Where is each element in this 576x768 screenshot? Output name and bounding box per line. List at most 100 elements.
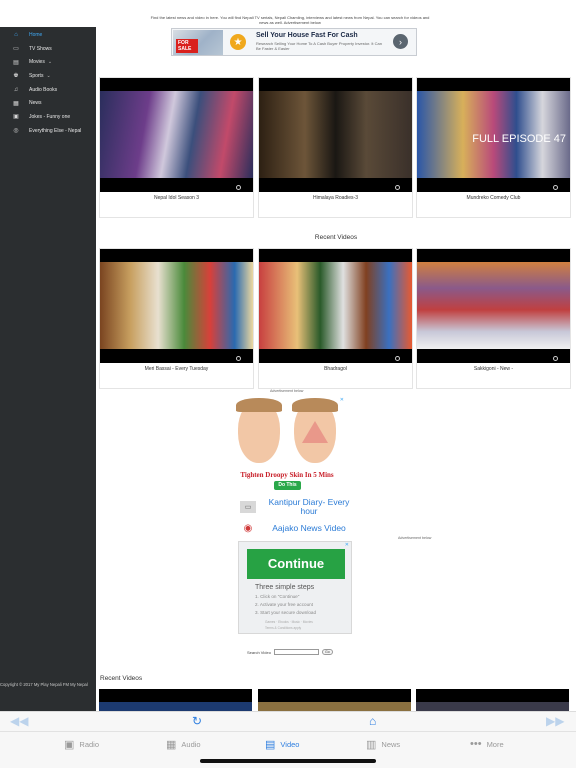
video-thumbnail <box>100 78 253 192</box>
thumbnail-image <box>100 91 253 178</box>
ad-close-icon[interactable]: ✕ <box>340 397 344 403</box>
tab-audio[interactable]: ▦ Audio <box>166 738 201 751</box>
back-arrow-icon[interactable]: ◀◀ <box>10 714 28 728</box>
thumbnail-image <box>259 262 412 349</box>
sidebar-item-movies[interactable]: ▤ Movies ⌄ <box>0 55 96 69</box>
face-illustration <box>236 398 282 463</box>
video-card-himalaya-roadies[interactable]: Himalaya Roadies-3 <box>258 77 413 218</box>
chevron-down-icon: ⌄ <box>47 59 53 66</box>
video-card-partial[interactable] <box>99 689 254 711</box>
step-item: 2. Activate your free account <box>255 602 313 607</box>
search-row: Search Video Go <box>247 649 333 655</box>
tab-radio[interactable]: ▣ Radio <box>64 738 99 751</box>
sidebar-item-news[interactable]: ▦ News <box>0 96 96 110</box>
star-icon: ★ <box>230 34 246 50</box>
ad-headline: Tighten Droopy Skin In 5 Mins <box>240 471 334 479</box>
play-indicator-icon <box>236 356 241 361</box>
tab-news[interactable]: ▥ News <box>366 738 400 751</box>
tab-more[interactable]: ••• More <box>470 738 504 750</box>
tab-label: Video <box>280 740 300 749</box>
sidebar-item-label: Jokes - Funny one <box>29 113 71 120</box>
news-link-label: Aajako News Video <box>272 522 346 533</box>
video-thumbnail <box>259 78 412 192</box>
ad-close-icon[interactable]: ✕ <box>345 542 349 548</box>
tab-label: News <box>381 740 401 749</box>
video-card-bhadragol[interactable]: Bhadragol <box>258 248 413 389</box>
play-indicator-icon <box>553 185 558 190</box>
sidebar-item-home[interactable]: ⌂ Home <box>0 28 96 42</box>
thumbnail-image <box>258 702 411 711</box>
chevron-down-icon: ⌄ <box>46 72 51 79</box>
sidebar-item-label: Movies <box>29 59 45 66</box>
video-card-partial[interactable] <box>258 689 413 711</box>
fine-print: Terms & Conditions apply <box>265 626 302 630</box>
newspaper-icon: ▦ <box>13 100 19 107</box>
news-link-kantipur[interactable]: ▭ Kantipur Diary- Every hour <box>240 498 354 516</box>
video-card-meri-bassai[interactable]: Meri Bassai - Every Tuesday <box>99 248 254 389</box>
nav-list: ⌂ Home ▭ TV Shows ▤ Movies ⌄ ♚ Sports ⌄ … <box>0 27 96 138</box>
play-indicator-icon <box>553 356 558 361</box>
thumbnail-image <box>100 262 253 349</box>
video-card-mundreko[interactable]: FULL EPISODE 47 Mundreko Comedy Club <box>416 77 571 218</box>
continue-button[interactable]: Continue <box>247 549 345 579</box>
forward-arrow-icon[interactable]: ▶▶ <box>546 714 564 728</box>
steps-heading: Three simple steps <box>255 584 315 591</box>
news-logo-icon: ◉ <box>243 522 253 534</box>
skin-ad[interactable]: ✕ Tighten Droopy Skin In 5 Mins Do This <box>230 397 344 492</box>
thumbnail-image: FULL EPISODE 47 <box>417 91 570 178</box>
search-input[interactable] <box>273 649 319 655</box>
episode-overlay: FULL EPISODE 47 <box>472 133 566 145</box>
globe-icon: ◎ <box>13 128 19 135</box>
sidebar-item-tv-shows[interactable]: ▭ TV Shows <box>0 42 96 56</box>
video-card-nepal-idol[interactable]: Nepal Idol Season 3 <box>99 77 254 218</box>
home-icon: ⌂ <box>14 31 18 38</box>
news-link-aajako[interactable]: ◉ Aajako News Video <box>240 522 354 534</box>
ad-label: Advertisement below <box>270 389 304 393</box>
home-indicator <box>200 759 376 763</box>
top-banner-ad[interactable]: FOR SALE ★ Sell Your House Fast For Cash… <box>171 28 417 56</box>
news-link-label: Kantipur Diary- Every hour <box>268 497 350 516</box>
sidebar-item-jokes[interactable]: ▣ Jokes - Funny one <box>0 110 96 124</box>
ad-label: Advertisement below <box>398 536 432 540</box>
sidebar-item-label: News <box>29 100 42 107</box>
book-icon: ▥ <box>366 739 377 751</box>
fine-print: Games · Ebooks · Music · Movies <box>265 620 313 624</box>
refresh-icon[interactable]: ↻ <box>192 714 202 728</box>
video-thumbnail <box>417 249 570 363</box>
trophy-icon: ♚ <box>13 73 19 80</box>
hair-shape <box>236 398 282 412</box>
tab-video[interactable]: ▤ Video <box>265 738 299 751</box>
video-title: Sakkigoni - New - <box>473 366 514 372</box>
film-icon: ▤ <box>13 59 19 66</box>
triangle-overlay <box>302 421 328 443</box>
video-thumbnail <box>99 689 252 711</box>
image-placeholder-icon: ▭ <box>240 501 256 513</box>
video-thumbnail: FULL EPISODE 47 <box>417 78 570 192</box>
step-item: 1. Click on "Continue" <box>255 594 300 599</box>
thumbnail-image <box>259 91 412 178</box>
video-title: Bhadragol <box>324 366 347 372</box>
browser-toolbar: ◀◀ ↻ ⌂ ▶▶ <box>0 711 576 731</box>
sidebar-item-sports[interactable]: ♚ Sports ⌄ <box>0 69 96 83</box>
video-title: Himalaya Roadies-3 <box>312 195 359 201</box>
intro-text: Find the latest news and video in here. … <box>150 15 430 25</box>
sidebar-item-label: Audio Books <box>29 86 58 93</box>
home-icon[interactable]: ⌂ <box>369 714 376 728</box>
sidebar-item-everything-else[interactable]: ◎ Everything Else - Nepal <box>0 124 96 138</box>
search-go-button[interactable]: Go <box>321 649 333 655</box>
video-card-sakkigoni[interactable]: Sakkigoni - New - <box>416 248 571 389</box>
sidebar-item-audio-books[interactable]: ♫ Audio Books <box>0 83 96 97</box>
section-title-recent-videos: Recent Videos <box>100 675 143 682</box>
chevron-right-icon[interactable]: › <box>393 34 408 49</box>
hair-shape <box>292 398 338 412</box>
ad-label: Advertisement below <box>283 19 321 25</box>
thumbnail-image <box>417 262 570 349</box>
ad-title: Sell Your House Fast For Cash <box>256 32 358 39</box>
radio-icon: ▣ <box>64 739 75 751</box>
video-card-partial[interactable] <box>416 689 571 711</box>
tab-label: Radio <box>79 740 100 749</box>
play-indicator-icon <box>236 185 241 190</box>
video-thumbnail <box>100 249 253 363</box>
ad-cta-button[interactable]: Do This <box>274 481 301 490</box>
download-ad[interactable]: ✕ Continue Three simple steps 1. Click o… <box>238 541 352 634</box>
